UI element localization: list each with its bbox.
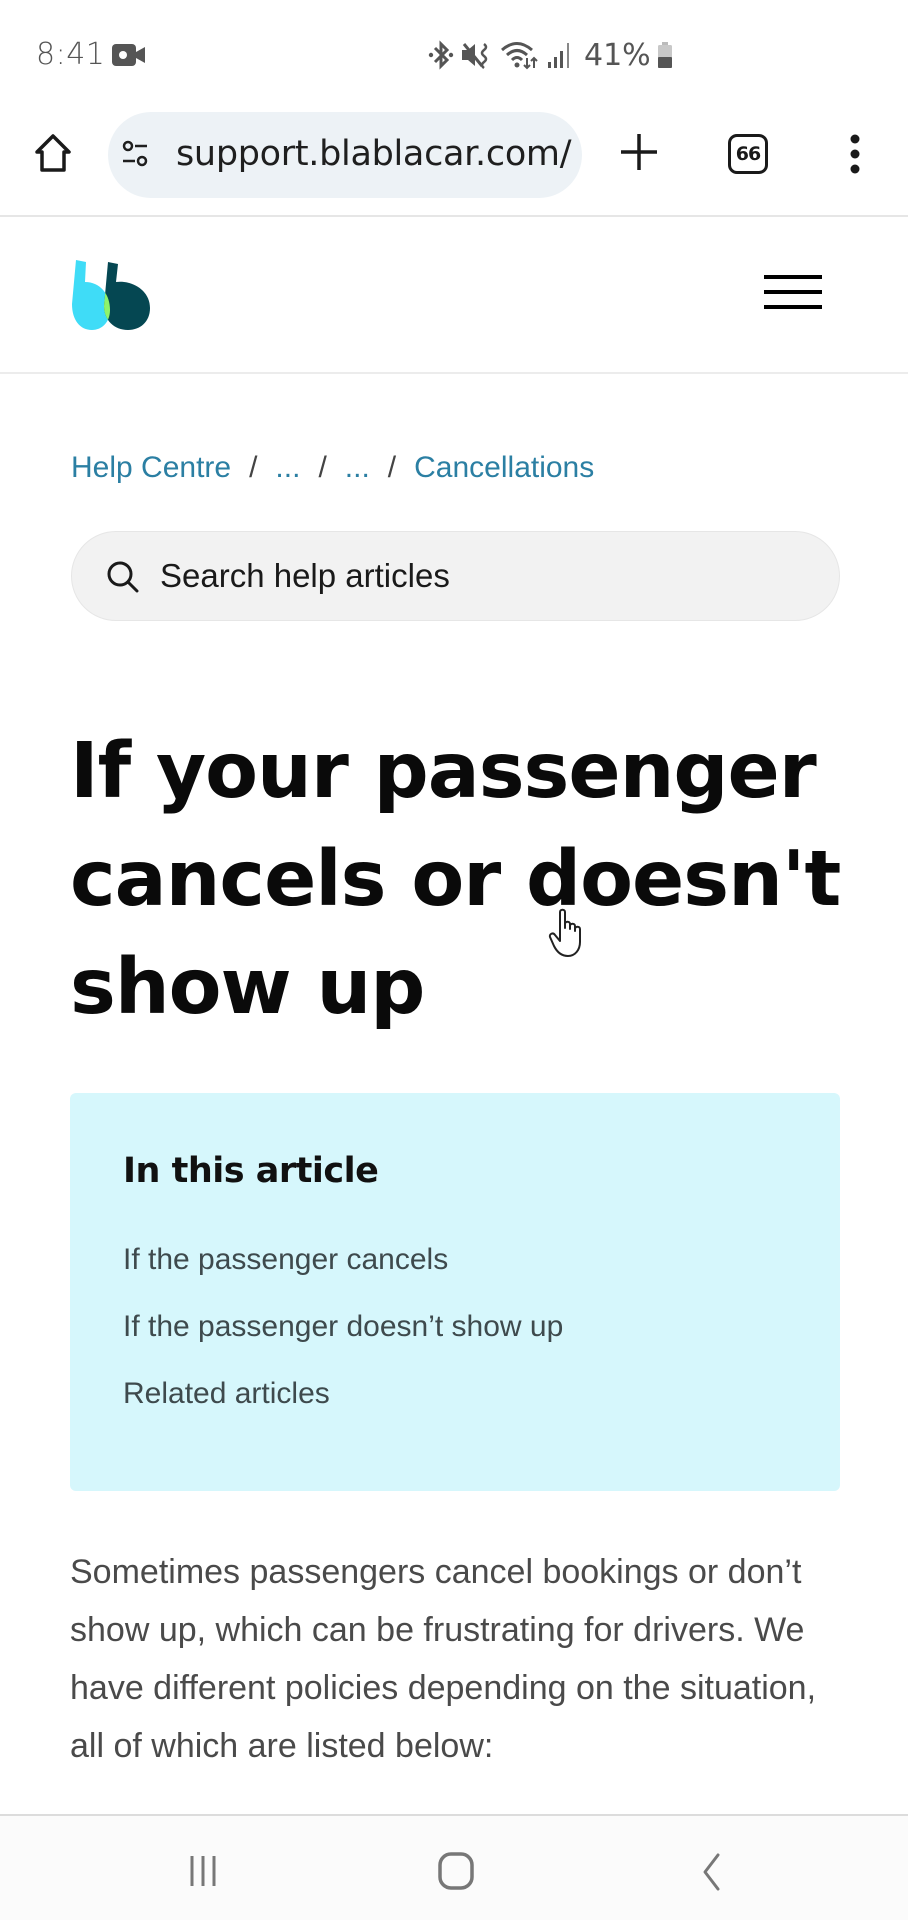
address-bar[interactable]: support.blablacar.com/ xyxy=(108,112,582,198)
search-input[interactable] xyxy=(160,532,800,619)
url-text: support.blablacar.com/ xyxy=(176,134,572,174)
blablacar-logo[interactable] xyxy=(70,260,152,330)
bluetooth-icon xyxy=(428,40,454,70)
breadcrumb-cancellations[interactable]: Cancellations xyxy=(414,451,594,485)
new-tab-icon[interactable] xyxy=(617,130,661,174)
battery-percent: 41% xyxy=(584,37,651,73)
browser-toolbar: support.blablacar.com/ 66 xyxy=(0,100,908,217)
status-bar: 8:41 41% xyxy=(0,0,908,100)
hamburger-line xyxy=(764,275,822,279)
tab-switcher-button[interactable]: 66 xyxy=(728,134,768,174)
breadcrumb: Help Centre / ... / ... / Cancellations xyxy=(71,451,594,485)
back-icon[interactable] xyxy=(700,1852,722,1892)
hand-cursor-icon xyxy=(548,908,581,957)
toc-link[interactable]: If the passenger doesn’t show up xyxy=(123,1310,563,1344)
breadcrumb-separator: / xyxy=(387,451,397,484)
table-of-contents: In this article If the passenger cancels… xyxy=(70,1093,840,1491)
more-options-icon[interactable] xyxy=(848,134,862,174)
toc-link[interactable]: If the passenger cancels xyxy=(123,1243,448,1277)
site-header xyxy=(0,218,908,374)
mute-vibrate-icon xyxy=(462,43,488,69)
breadcrumb-separator: / xyxy=(318,451,327,484)
breadcrumb-help-centre[interactable]: Help Centre xyxy=(71,451,231,485)
toc-title: In this article xyxy=(123,1151,379,1191)
hamburger-line xyxy=(764,290,822,294)
wifi-icon xyxy=(501,42,538,70)
breadcrumb-separator: / xyxy=(249,451,258,484)
search-bar[interactable] xyxy=(71,531,840,621)
article-intro: Sometimes passengers cancel bookings or … xyxy=(70,1553,817,1765)
menu-button[interactable] xyxy=(764,272,824,312)
status-icons: 41% xyxy=(428,37,673,73)
system-nav-bar xyxy=(0,1814,908,1920)
recent-apps-icon[interactable] xyxy=(186,1854,220,1888)
site-info-icon[interactable] xyxy=(122,139,148,169)
toc-link[interactable]: Related articles xyxy=(123,1377,330,1411)
home-button-icon[interactable] xyxy=(438,1852,474,1890)
breadcrumb-ellipsis[interactable]: ... xyxy=(345,451,370,485)
page-title: If your passenger cancels or doesn't sho… xyxy=(70,727,841,1032)
signal-icon xyxy=(548,43,569,68)
breadcrumb-ellipsis[interactable]: ... xyxy=(275,451,300,485)
battery-icon xyxy=(657,42,672,68)
camera-icon xyxy=(112,44,145,66)
search-icon xyxy=(107,561,139,593)
hamburger-line xyxy=(764,305,822,309)
home-icon[interactable] xyxy=(31,131,75,175)
status-time: 8:41 xyxy=(36,37,106,72)
